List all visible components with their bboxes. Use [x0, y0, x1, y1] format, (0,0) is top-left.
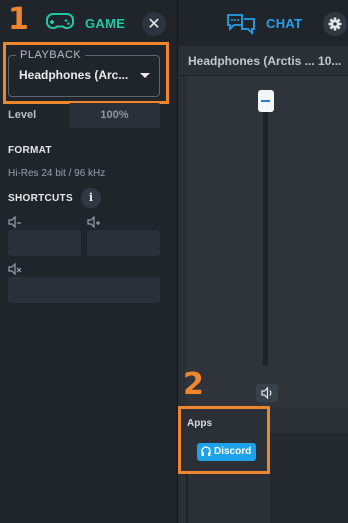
annotation-marker-2: 2 — [183, 367, 204, 402]
gear-icon — [328, 17, 342, 31]
close-icon: ✕ — [147, 14, 161, 33]
volume-up-icon — [87, 216, 100, 228]
chat-lower-panel — [270, 433, 348, 523]
volume-down-icon — [8, 216, 21, 228]
settings-button[interactable] — [323, 12, 347, 36]
chat-bubbles-icon — [227, 14, 255, 36]
chat-title: CHAT — [266, 16, 303, 31]
format-value: Hi-Res 24 bit / 96 kHz — [8, 168, 106, 179]
chat-volume-slider-track[interactable] — [263, 98, 268, 366]
speaker-icon — [261, 386, 272, 400]
info-button[interactable]: i — [81, 188, 101, 208]
divider — [186, 474, 188, 523]
shortcut-mute-input[interactable] — [8, 277, 160, 303]
shortcut-volume-up-input[interactable] — [87, 230, 160, 256]
annotation-marker-1: 1 — [8, 2, 29, 37]
close-button[interactable]: ✕ — [142, 12, 166, 36]
game-title: GAME — [85, 16, 126, 31]
slider-thumb-grip — [261, 100, 270, 102]
level-label: Level — [8, 109, 37, 121]
shortcuts-heading: SHORTCUTS — [8, 193, 73, 204]
shortcut-volume-down-input[interactable] — [8, 230, 81, 256]
format-heading: FORMAT — [8, 145, 52, 156]
annotation-highlight-2 — [178, 406, 270, 474]
mute-icon — [8, 263, 22, 275]
speaker-button[interactable] — [256, 384, 278, 402]
chat-device-name[interactable]: Headphones (Arctis ... 10... — [188, 54, 346, 68]
level-value[interactable]: 100% — [69, 109, 160, 121]
annotation-highlight-1 — [3, 42, 169, 104]
gamepad-icon — [46, 13, 74, 30]
